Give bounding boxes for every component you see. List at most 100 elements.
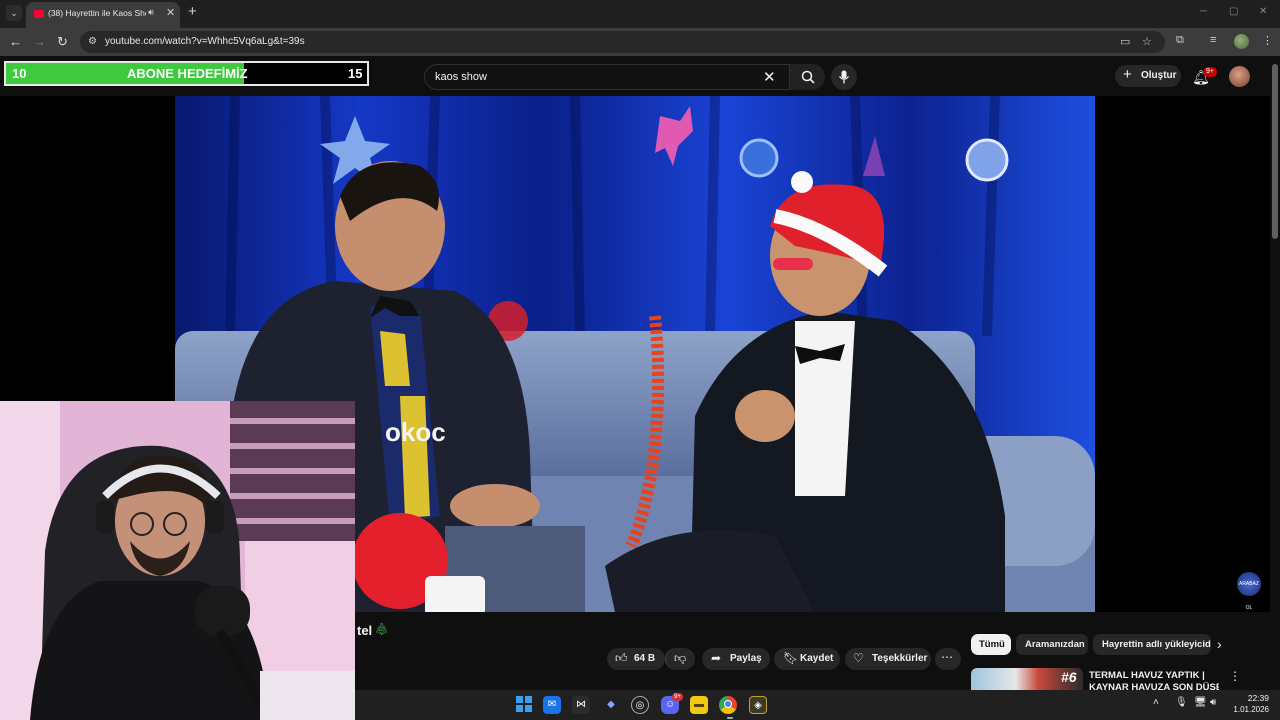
recommendation-title-line2[interactable]: KAYNAR HAVUZA SON DÜŞEN bbox=[1089, 682, 1219, 690]
chip-all[interactable]: Tümü bbox=[971, 634, 1011, 655]
plus-icon: + bbox=[1123, 66, 1132, 83]
mug bbox=[425, 576, 485, 612]
channel-watermark[interactable]: ARABAZ OL bbox=[1237, 572, 1261, 611]
snowflake-ornament bbox=[965, 138, 1009, 182]
bookmark-icon: 🔖︎ bbox=[783, 651, 799, 665]
file-explorer-icon[interactable]: ▬ bbox=[690, 696, 708, 714]
chevron-right-icon[interactable]: › bbox=[1217, 636, 1222, 652]
window-close-icon[interactable]: ✕ bbox=[1259, 6, 1267, 17]
save-label: Kaydet bbox=[800, 653, 834, 664]
close-tab-icon[interactable]: ✕ bbox=[166, 6, 175, 19]
extensions-icon[interactable]: ⧉ bbox=[1176, 34, 1184, 47]
christmas-tree-icon: 🎄︎ bbox=[374, 622, 390, 636]
url-text[interactable]: youtube.com/watch?v=Whhc5Vq6aLg&t=39s bbox=[105, 36, 305, 47]
page-scrollbar[interactable] bbox=[1270, 56, 1280, 686]
new-tab-icon[interactable]: + bbox=[188, 4, 197, 20]
tray-volume-icon[interactable]: 🔊︎ bbox=[1210, 697, 1216, 708]
forward-arrow-icon[interactable]: → bbox=[33, 34, 46, 50]
discord-badge: 9+ bbox=[672, 693, 683, 701]
windows-taskbar: ✉ ⋈ ◆ ◎ ☺ 9+ ▬ ◈ bbox=[355, 690, 1280, 720]
santa-hat-pompom bbox=[791, 171, 813, 193]
back-arrow-icon[interactable]: ← bbox=[9, 34, 22, 50]
search-button[interactable] bbox=[789, 64, 825, 90]
thumbs-up-icon: 👍︎ bbox=[615, 651, 628, 665]
speaker-icon[interactable]: 🔊︎ bbox=[148, 7, 154, 18]
scrollbar-thumb[interactable] bbox=[1272, 64, 1278, 239]
clock-date[interactable]: 1.01.2026 bbox=[1226, 705, 1269, 714]
more-actions-button[interactable]: ⋯ bbox=[935, 648, 961, 670]
more-vertical-icon[interactable]: ⋮ bbox=[1229, 669, 1241, 683]
site-info-icon[interactable]: ⚙ bbox=[88, 36, 97, 47]
address-bar[interactable]: ⚙ youtube.com/watch?v=Whhc5Vq6aLg&t=39s … bbox=[80, 31, 1165, 53]
chrome-menu-icon[interactable]: ⋮ bbox=[1262, 34, 1273, 47]
keyboard bbox=[260, 671, 355, 720]
browser-toolbar: ← → ↻ ⚙ youtube.com/watch?v=Whhc5Vq6aLg&… bbox=[0, 28, 1280, 56]
thanks-button[interactable]: ♡ Teşekkürler bbox=[845, 648, 931, 670]
jersey-text: okoc bbox=[385, 417, 446, 447]
goal-current-count: 10 bbox=[12, 66, 27, 81]
chip-uploader[interactable]: Hayrettin adlı yükleyicid bbox=[1093, 634, 1211, 655]
chip-label: Aramanızdan bbox=[1025, 639, 1085, 650]
chip-all-label: Tümü bbox=[979, 639, 1005, 650]
microphone bbox=[195, 586, 250, 636]
account-avatar[interactable] bbox=[1229, 66, 1250, 87]
right-man-shirt bbox=[795, 321, 855, 496]
thanks-label: Teşekkürler bbox=[872, 653, 928, 664]
browser-tab[interactable]: (38) Hayrettin ile Kaos Show 🔊︎ ✕ bbox=[26, 2, 180, 28]
share-arrow-icon: ➦ bbox=[711, 651, 722, 665]
chrome-icon[interactable] bbox=[719, 696, 737, 714]
goal-target-count: 15 bbox=[348, 66, 363, 81]
create-label: Oluştur bbox=[1141, 70, 1177, 81]
browser-tab-strip: ⌄ (38) Hayrettin ile Kaos Show 🔊︎ ✕ + ─ … bbox=[0, 0, 1280, 28]
more-horizontal-icon: ⋯ bbox=[941, 650, 953, 664]
search-icon bbox=[801, 70, 815, 84]
save-button[interactable]: 🔖︎ Kaydet bbox=[774, 648, 840, 670]
search-query[interactable]: kaos show bbox=[435, 71, 487, 83]
share-button[interactable]: ➦ Paylaş bbox=[702, 648, 770, 670]
snowflake-ornament bbox=[739, 138, 779, 178]
capcut-icon[interactable]: ⋈ bbox=[572, 696, 590, 714]
tray-network-icon[interactable]: 🖥︎ bbox=[1194, 697, 1207, 708]
tab-search-button[interactable]: ⌄ bbox=[6, 5, 22, 21]
goal-label: ABONE HEDEFİMİZ bbox=[127, 66, 248, 81]
search-input[interactable]: kaos show ✕ bbox=[424, 64, 825, 90]
tab-title: (38) Hayrettin ile Kaos Show bbox=[48, 8, 146, 18]
clock-time[interactable]: 22:39 bbox=[1233, 693, 1269, 703]
dislike-button[interactable]: 👎︎ bbox=[665, 648, 695, 670]
maximize-icon[interactable]: ▢ bbox=[1229, 6, 1238, 17]
create-button[interactable]: + Oluştur bbox=[1115, 65, 1181, 87]
outlook-icon[interactable]: ✉ bbox=[543, 696, 561, 714]
notification-badge: 9+ bbox=[1203, 67, 1217, 77]
active-app-indicator bbox=[727, 717, 733, 719]
bookmark-star-icon[interactable]: ☆ bbox=[1142, 35, 1152, 48]
minimize-icon[interactable]: ─ bbox=[1200, 6, 1207, 17]
app-lol-icon[interactable]: ◈ bbox=[749, 696, 767, 714]
red-glasses bbox=[773, 258, 813, 270]
recommendation-thumbnail[interactable]: #6 bbox=[971, 668, 1083, 690]
voice-search-button[interactable] bbox=[831, 64, 857, 90]
chip-from-search[interactable]: Aramanızdan bbox=[1016, 634, 1088, 655]
left-man-hand bbox=[450, 484, 540, 528]
chip-label: Hayrettin adlı yükleyicid bbox=[1102, 639, 1211, 650]
tray-overflow-icon[interactable]: ˄ bbox=[1153, 697, 1159, 708]
reload-icon[interactable]: ↻ bbox=[57, 34, 68, 50]
player-letterbox-left bbox=[0, 96, 175, 401]
tray-mic-icon[interactable]: 🎙︎ bbox=[1175, 697, 1188, 708]
super-thanks-icon: ♡ bbox=[853, 651, 864, 665]
media-controls-icon[interactable]: ≡ bbox=[1210, 34, 1216, 46]
share-label: Paylaş bbox=[730, 653, 762, 664]
profile-avatar[interactable] bbox=[1234, 34, 1249, 49]
app-diamond-icon[interactable]: ◆ bbox=[602, 696, 620, 714]
cast-icon[interactable]: ▭ bbox=[1120, 35, 1130, 48]
like-count: 64 B bbox=[634, 653, 656, 664]
webcam-frame bbox=[0, 401, 355, 720]
youtube-favicon-icon bbox=[34, 10, 44, 18]
obs-icon[interactable]: ◎ bbox=[631, 696, 649, 714]
subscriber-goal-bar: 10 ABONE HEDEFİMİZ 15 bbox=[4, 61, 369, 86]
like-button[interactable]: 👍︎ 64 B bbox=[607, 648, 665, 670]
video-title: tel bbox=[357, 623, 373, 638]
windows-start-icon[interactable] bbox=[515, 696, 533, 714]
clear-search-icon[interactable]: ✕ bbox=[763, 68, 776, 86]
recommendation-title[interactable]: TERMAL HAVUZ YAPTIK | bbox=[1089, 670, 1205, 681]
streamer-webcam bbox=[0, 401, 355, 720]
